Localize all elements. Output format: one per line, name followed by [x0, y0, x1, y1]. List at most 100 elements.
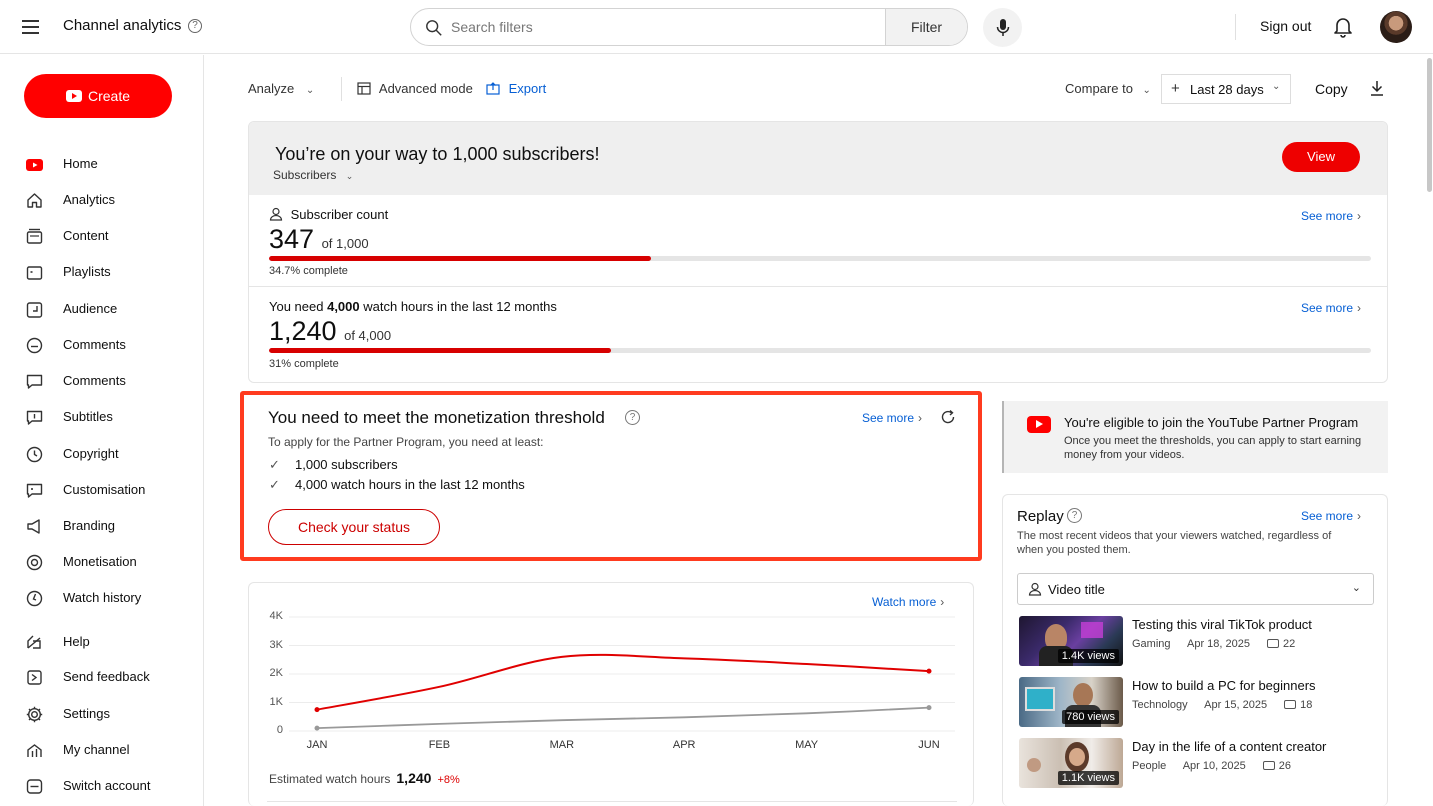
advanced-mode-button[interactable]: Advanced mode — [357, 81, 473, 96]
video-title[interactable]: Testing this viral TikTok product — [1132, 617, 1312, 632]
sidebar-item-home[interactable]: Home — [0, 149, 203, 179]
video-row[interactable]: 780 views How to build a PC for beginner… — [1017, 677, 1377, 729]
video-thumbnail[interactable]: 1.1K views — [1019, 738, 1123, 788]
video-meta: Gaming Apr 18, 2025 22 — [1132, 638, 1309, 650]
video-thumbnail[interactable]: 1.4K views — [1019, 616, 1123, 666]
video-views: 1.4K views — [1057, 649, 1119, 663]
sidebar-item-copyright[interactable]: Copyright — [0, 439, 203, 469]
home-icon — [27, 193, 42, 208]
sidebar-item-label: Copyright — [63, 446, 119, 461]
video-category: Technology — [1132, 699, 1188, 711]
video-title[interactable]: How to build a PC for beginners — [1132, 678, 1316, 693]
sidebar-item-playlists[interactable]: Playlists — [0, 257, 203, 287]
date-range-selector[interactable]: + Last 28 days ⌄ — [1161, 74, 1291, 104]
watch-hours-progress-track — [269, 348, 1371, 353]
video-thumbnail[interactable]: 780 views — [1019, 677, 1123, 727]
sidebar-item-comments[interactable]: Comments — [0, 330, 203, 360]
watch-hours-see-more-link[interactable]: See more › — [1301, 301, 1361, 315]
sidebar-item-help[interactable]: Help — [0, 627, 203, 657]
help-icon — [27, 635, 41, 649]
sidebar-item-settings[interactable]: Settings — [0, 699, 203, 729]
replay-title: Replay — [1017, 508, 1064, 525]
chevron-down-icon: ⌄ — [345, 171, 354, 181]
help-icon[interactable]: ? — [1067, 508, 1082, 523]
sidebar-item-send-feedback[interactable]: Send feedback — [0, 662, 203, 692]
mic-button[interactable] — [983, 8, 1022, 47]
subscriber-value: 347 — [269, 224, 315, 254]
content-icon — [26, 228, 43, 244]
sidebar-item-watch-history[interactable]: Watch history — [0, 583, 203, 613]
sidebar-item-content[interactable]: Content — [0, 221, 203, 251]
compare-to-dropdown[interactable]: Compare to ⌄ — [1065, 81, 1151, 96]
requirement-item: ✓ 4,000 watch hours in the last 12 months — [269, 477, 525, 493]
chevron-right-icon: › — [918, 411, 923, 425]
check-status-button[interactable]: Check your status — [268, 509, 440, 545]
watch-hours-percent: 31% complete — [269, 358, 339, 370]
sidebar-item-monetisation[interactable]: Monetisation — [0, 547, 203, 577]
subscriber-progress-fill — [269, 256, 652, 261]
subscriber-see-more-link[interactable]: See more › — [1301, 209, 1361, 223]
megaphone-icon — [27, 519, 40, 534]
sidebar-item-audience[interactable]: Audience — [0, 294, 203, 324]
settings-icon — [26, 706, 43, 723]
analyze-label: Analyze — [248, 81, 295, 96]
help-icon[interactable]: ? — [188, 19, 202, 33]
video-row[interactable]: 1.1K views Day in the life of a content … — [1017, 738, 1377, 790]
series-line — [316, 706, 930, 730]
milestone-metric-dropdown[interactable]: Subscribers ⌄ — [273, 168, 353, 182]
scrollbar[interactable] — [1427, 58, 1432, 192]
sign-out-link[interactable]: Sign out — [1260, 18, 1311, 34]
notification-bell-icon[interactable] — [1333, 16, 1353, 38]
x-tick-label: JUN — [918, 739, 940, 751]
view-button[interactable]: View — [1282, 142, 1360, 172]
video-comments: 18 — [1300, 699, 1313, 711]
menu-icon[interactable] — [22, 16, 46, 38]
sidebar-item-label: Content — [63, 228, 109, 243]
x-tick-label: JAN — [306, 739, 328, 751]
analyze-dropdown[interactable]: Analyze ⌄ — [248, 81, 314, 96]
x-tick-label: APR — [672, 739, 696, 751]
sidebar-item-label: Audience — [63, 301, 118, 316]
milestone-metric-label: Subscribers — [273, 168, 337, 182]
history-icon — [26, 590, 43, 607]
sidebar-item-switch-account[interactable]: Switch account — [0, 771, 203, 801]
create-button[interactable]: Create — [24, 74, 172, 118]
sidebar-item-analytics[interactable]: Analytics — [0, 185, 203, 215]
search-input[interactable] — [451, 9, 887, 45]
sidebar-item-my-channel[interactable]: My channel — [0, 735, 203, 765]
sidebar-item-branding[interactable]: Branding — [0, 511, 203, 541]
video-title-select[interactable]: Video title ⌄ — [1017, 573, 1374, 605]
thumbnail-monitor — [1025, 687, 1055, 711]
partner-program-text: Once you meet the thresholds, you can ap… — [1064, 435, 1362, 461]
replay-see-more-link[interactable]: See more › — [1301, 509, 1361, 523]
chevron-down-icon: ⌄ — [1272, 81, 1281, 92]
comment-icon — [1267, 639, 1280, 648]
export-button[interactable]: Export — [486, 81, 546, 96]
copy-button[interactable]: Copy — [1315, 81, 1348, 97]
chevron-right-icon: › — [1357, 509, 1362, 523]
sidebar-item-comments[interactable]: Comments — [0, 366, 203, 396]
sidebar-item-label: Monetisation — [63, 554, 137, 569]
monetization-see-more-link[interactable]: See more › — [862, 411, 922, 425]
copyright-icon — [26, 446, 43, 463]
help-icon[interactable]: ? — [625, 410, 640, 425]
chevron-down-icon: ⌄ — [1142, 85, 1151, 96]
series-line — [316, 653, 930, 711]
watch-hours-bold: 4,000 — [327, 299, 360, 314]
refresh-icon[interactable] — [940, 409, 956, 425]
avatar[interactable] — [1380, 11, 1412, 43]
top-bar: Channel analytics ? Filter Sign out — [0, 0, 1433, 54]
milestone-title: You’re on your way to 1,000 subscribers! — [275, 144, 600, 164]
data-point — [926, 705, 932, 711]
estimated-watch-hours-label: Estimated watch hours — [269, 772, 391, 786]
sidebar-item-customisation[interactable]: Customisation — [0, 475, 203, 505]
video-row[interactable]: 1.4K views Testing this viral TikTok pro… — [1017, 616, 1377, 668]
filter-button[interactable]: Filter — [885, 9, 967, 45]
video-views: 1.1K views — [1057, 771, 1119, 785]
watch-hours-progress-fill — [269, 348, 611, 353]
video-title[interactable]: Day in the life of a content creator — [1132, 739, 1326, 754]
sidebar-item-subtitles[interactable]: Subtitles — [0, 402, 203, 432]
check-icon: ✓ — [269, 457, 280, 472]
milestone-header: You’re on your way to 1,000 subscribers!… — [249, 122, 1387, 195]
download-icon[interactable] — [1369, 80, 1385, 97]
